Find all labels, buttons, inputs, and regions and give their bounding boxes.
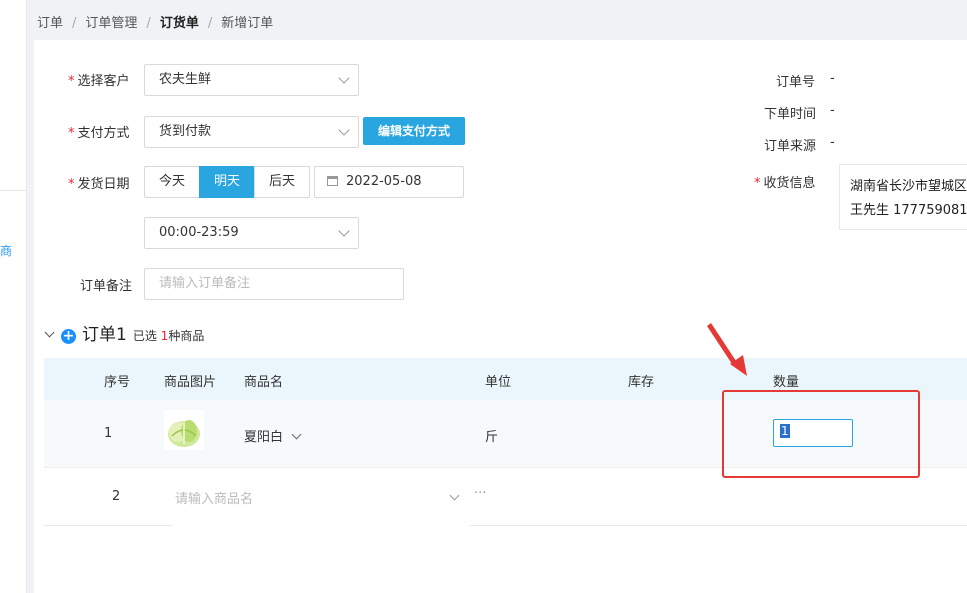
order-section-header: + 订单1 已选 1种商品 bbox=[44, 320, 205, 345]
column-name: 商品名 bbox=[244, 375, 284, 390]
highlight-box bbox=[722, 390, 920, 478]
column-unit: 单位 bbox=[485, 375, 512, 390]
day-after-option[interactable]: 后天 bbox=[254, 166, 310, 198]
column-index: 序号 bbox=[104, 375, 131, 390]
customer-select[interactable]: 农夫生鲜 bbox=[144, 64, 359, 96]
order-no-label: 订单号 bbox=[776, 75, 816, 90]
row-index: 1 bbox=[104, 426, 113, 441]
shipping-contact: 王先生 17775908123 bbox=[850, 203, 967, 218]
main-content: * 选择客户 农夫生鲜 * 支付方式 货到付款 编辑支付方式 * 发货日期 今天 明天… bbox=[34, 40, 967, 593]
chevron-down-icon bbox=[338, 225, 350, 237]
row-index: 2 bbox=[112, 489, 121, 504]
breadcrumb-item-orders[interactable]: 订单 bbox=[37, 16, 63, 31]
column-image: 商品图片 bbox=[164, 375, 217, 390]
edit-payment-button[interactable]: 编辑支付方式 bbox=[363, 117, 466, 145]
shipping-info-box[interactable]: 湖南省长沙市望城区 王先生 17775908123 bbox=[839, 164, 967, 230]
time-range-select[interactable]: 00:00-23:59 bbox=[144, 217, 359, 249]
order-no-value: - bbox=[830, 71, 835, 86]
breadcrumb: 订单 / 订单管理 / 订货单 / 新增订单 bbox=[37, 16, 274, 31]
date-picker[interactable]: 2022-05-08 bbox=[314, 166, 464, 198]
payment-label: * 支付方式 bbox=[68, 126, 130, 141]
remark-label: 订单备注 bbox=[80, 279, 133, 294]
left-panel: 商 bbox=[0, 0, 27, 593]
product-name-select[interactable]: 夏阳白 bbox=[244, 426, 302, 445]
row-unit: 斤 bbox=[485, 430, 499, 445]
breadcrumb-item-order-management[interactable]: 订单管理 bbox=[85, 16, 137, 31]
order-time-label: 下单时间 bbox=[764, 107, 817, 122]
order-title: 订单1 bbox=[82, 325, 127, 345]
today-option[interactable]: 今天 bbox=[144, 166, 200, 198]
more-icon[interactable]: ··· bbox=[474, 486, 486, 501]
column-quantity: 数量 bbox=[773, 375, 800, 390]
ship-date-label: * 发货日期 bbox=[68, 177, 130, 192]
order-time-value: - bbox=[830, 103, 835, 118]
shipping-address: 湖南省长沙市望城区 bbox=[850, 179, 967, 194]
chevron-down-icon bbox=[338, 124, 350, 136]
order-source-value: - bbox=[830, 135, 835, 150]
payment-select[interactable]: 货到付款 bbox=[144, 116, 359, 148]
selected-summary: 已选 1种商品 bbox=[132, 329, 205, 343]
chevron-down-icon bbox=[291, 429, 302, 440]
customer-label: * 选择客户 bbox=[68, 74, 130, 89]
order-source-label: 订单来源 bbox=[764, 139, 817, 154]
add-order-icon[interactable]: + bbox=[61, 329, 76, 344]
calendar-icon bbox=[327, 176, 338, 186]
left-panel-stub[interactable]: 商 bbox=[0, 242, 12, 259]
breadcrumb-item-new-order: 新增订单 bbox=[221, 16, 274, 31]
chevron-down-icon bbox=[449, 490, 460, 501]
remark-input[interactable]: 请输入订单备注 bbox=[144, 268, 404, 300]
tomorrow-option[interactable]: 明天 bbox=[199, 166, 255, 198]
column-stock: 库存 bbox=[628, 375, 655, 390]
chevron-down-icon bbox=[338, 72, 350, 84]
left-divider bbox=[0, 190, 27, 191]
product-image bbox=[164, 410, 204, 450]
product-name-input[interactable]: 请输入商品名 bbox=[172, 468, 470, 526]
breadcrumb-item-purchase-orders[interactable]: 订货单 bbox=[160, 16, 199, 31]
annotation-arrow-icon bbox=[707, 323, 747, 376]
collapse-chevron-icon[interactable] bbox=[44, 327, 55, 338]
shipping-label: * 收货信息 bbox=[754, 176, 816, 191]
